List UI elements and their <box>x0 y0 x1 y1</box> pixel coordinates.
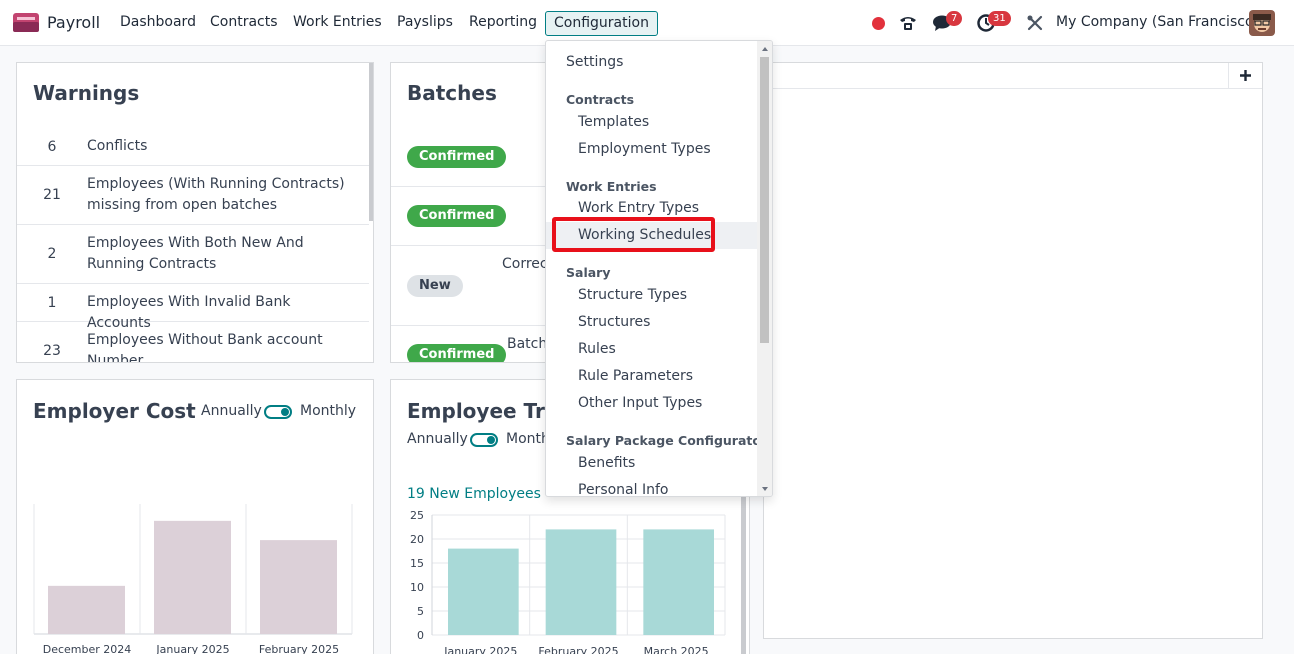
y-tick-label: 0 <box>417 629 424 642</box>
x-tick-label: February 2025 <box>538 645 618 654</box>
warning-label: Employees With Both New And Running Cont… <box>87 235 304 272</box>
warning-count: 23 <box>43 343 61 359</box>
employer-cost-card: Employer Cost Annually Monthly December … <box>16 379 374 654</box>
toggle-monthly-label[interactable]: Monthly <box>300 403 356 419</box>
scroll-down-arrow-icon[interactable] <box>762 487 768 491</box>
new-employees-link[interactable]: 19 New Employees <box>407 486 541 502</box>
dropdown-item-structure-types[interactable]: Structure Types <box>546 282 758 309</box>
dropdown-item-rule-parameters[interactable]: Rule Parameters <box>546 363 758 390</box>
dropdown-item-templates[interactable]: Templates <box>546 109 758 136</box>
x-tick-label: January 2025 <box>155 643 229 654</box>
warnings-scrollbar[interactable] <box>369 63 373 221</box>
x-tick-label: January 2025 <box>443 645 517 654</box>
dropdown-section-work-entries: Work Entries <box>566 179 657 194</box>
batch-status-badge: Confirmed <box>407 205 507 227</box>
messages-count-badge: 7 <box>946 11 963 26</box>
phone-icon[interactable] <box>898 13 918 33</box>
dropdown-scrollbar-thumb[interactable] <box>760 57 769 343</box>
menu-dashboard[interactable]: Dashboard <box>120 14 196 30</box>
configuration-dropdown-menu: Settings Contracts Templates Employment Typ… <box>545 40 773 497</box>
dropdown-item-other-input-types[interactable]: Other Input Types <box>546 390 758 417</box>
y-tick-label: 15 <box>410 557 424 570</box>
dropdown-item-rules[interactable]: Rules <box>546 336 758 363</box>
menu-configuration[interactable]: Configuration <box>545 11 658 36</box>
period-toggle-switch[interactable] <box>470 433 498 447</box>
working-schedules-highlight-box <box>552 217 715 252</box>
menu-reporting[interactable]: Reporting <box>469 14 537 30</box>
menu-work-entries[interactable]: Work Entries <box>293 14 382 30</box>
batch-status-badge: Confirmed <box>407 146 507 168</box>
warning-row[interactable]: 6 Conflicts <box>17 128 369 166</box>
warnings-title: Warnings <box>33 81 140 105</box>
warning-count: 6 <box>47 139 57 155</box>
warning-row[interactable]: 1 Employees With Invalid Bank Accounts <box>17 284 369 331</box>
warning-count: 1 <box>47 295 57 311</box>
employer-cost-title: Employer Cost <box>33 399 196 423</box>
dropdown-section-salary: Salary <box>566 265 611 280</box>
y-tick-label: 10 <box>410 581 424 594</box>
warning-row[interactable]: 2 Employees With Both New And Running Co… <box>17 225 369 284</box>
y-tick-label: 5 <box>417 605 424 618</box>
warning-count: 2 <box>47 246 57 262</box>
batch-name[interactable]: Correc <box>502 256 548 272</box>
dashboard-empty-card <box>763 62 1263 639</box>
card-header-divider <box>764 88 1262 89</box>
chart-bar[interactable] <box>545 529 617 635</box>
chart-bar[interactable] <box>643 529 714 635</box>
chart-bar[interactable] <box>48 585 125 634</box>
recording-status-dot[interactable] <box>872 17 885 30</box>
dropdown-item-benefits[interactable]: Benefits <box>546 450 758 477</box>
warning-row[interactable]: 21 Employees (With Running Contracts) mi… <box>17 166 369 225</box>
card-header-separator <box>1228 63 1229 89</box>
dropdown-section-salary-package-configurator: Salary Package Configurator <box>566 433 768 448</box>
y-tick-label: 20 <box>410 533 424 546</box>
chart-bar[interactable] <box>448 548 519 635</box>
x-tick-label: December 2024 <box>43 643 132 654</box>
employee-trend-chart: 0 5 10 15 20 25 January 2025 February 2025 March… <box>410 509 726 654</box>
app-name[interactable]: Payroll <box>47 13 100 32</box>
dropdown-item-structures[interactable]: Structures <box>546 309 758 336</box>
dropdown-item-personal-info[interactable]: Personal Info <box>546 477 758 496</box>
period-toggle-switch[interactable] <box>264 405 292 419</box>
warning-row[interactable]: 23 Employees Without Bank account Number <box>17 322 369 363</box>
dropdown-item-settings[interactable]: Settings <box>546 49 758 76</box>
chart-bar[interactable] <box>260 540 337 634</box>
user-avatar[interactable] <box>1249 10 1275 36</box>
warnings-card: Warnings 6 Conflicts 21 Employees (With … <box>16 62 374 363</box>
employer-cost-chart: December 2024 January 2025 February 2025 <box>33 504 353 654</box>
warning-count: 21 <box>43 187 61 203</box>
dropdown-section-contracts: Contracts <box>566 92 635 107</box>
activities-count-badge: 31 <box>988 11 1011 26</box>
payroll-app-icon[interactable] <box>13 13 39 32</box>
add-plus-icon[interactable] <box>1239 69 1252 82</box>
y-tick-label: 25 <box>410 509 424 522</box>
toggle-annually-label[interactable]: Annually <box>201 403 262 419</box>
warning-label: Employees (With Running Contracts) missi… <box>87 176 345 213</box>
menu-contracts[interactable]: Contracts <box>210 14 278 30</box>
batches-title: Batches <box>407 81 497 105</box>
company-switcher[interactable]: My Company (San Francisco) <box>1056 14 1259 30</box>
toggle-annually-label[interactable]: Annually <box>407 431 468 447</box>
dropdown-item-employment-types[interactable]: Employment Types <box>546 136 758 163</box>
x-tick-label: February 2025 <box>259 643 339 654</box>
tools-icon[interactable] <box>1026 14 1044 32</box>
chart-bar[interactable] <box>154 520 231 634</box>
scroll-up-arrow-icon[interactable] <box>762 47 768 51</box>
batch-name[interactable]: Batch <box>507 336 547 352</box>
menu-payslips[interactable]: Payslips <box>397 14 453 30</box>
x-tick-label: March 2025 <box>644 645 709 654</box>
warning-label: Employees Without Bank account Number <box>87 332 323 363</box>
toggle-monthly-label[interactable]: Month <box>506 431 550 447</box>
warning-label: Conflicts <box>87 138 148 154</box>
batch-status-badge: New <box>407 275 463 297</box>
batch-status-badge: Confirmed <box>407 344 507 362</box>
